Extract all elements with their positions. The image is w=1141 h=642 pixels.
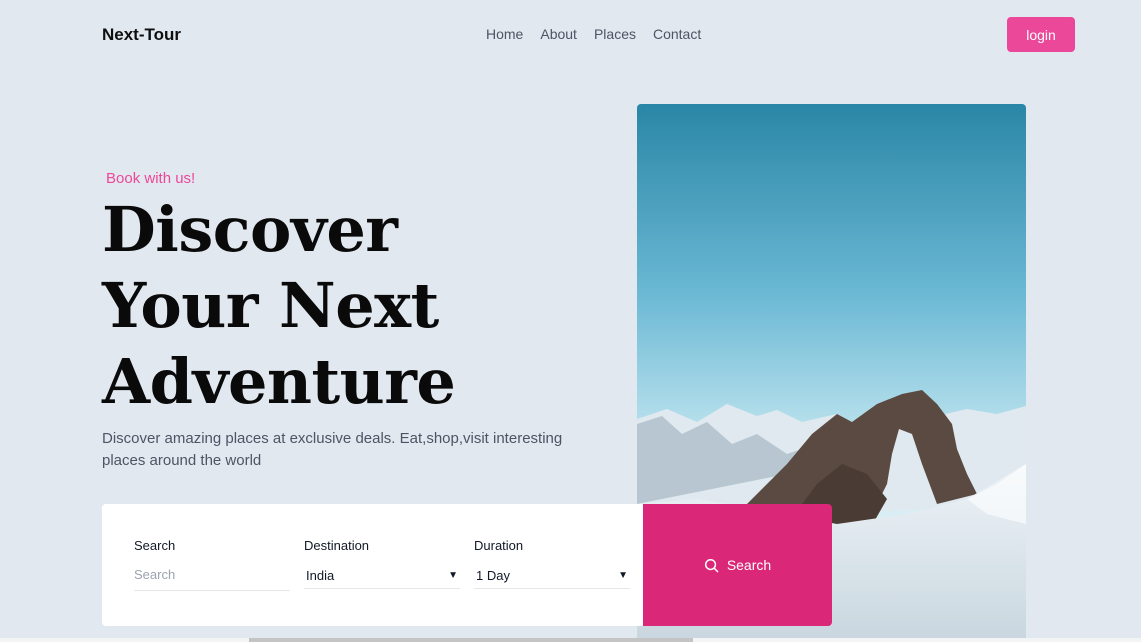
destination-field-group: Destination India ▼ <box>304 538 460 589</box>
nav-links: Home About Places Contact <box>486 26 701 42</box>
hero-description: Discover amazing places at exclusive dea… <box>102 430 563 469</box>
chevron-down-icon: ▼ <box>618 570 628 581</box>
headline-line: Discover <box>102 193 398 266</box>
hero-headline: Discover Your Next Adventure <box>102 192 456 420</box>
nav-link-home[interactable]: Home <box>486 26 523 42</box>
search-label: Search <box>134 538 176 553</box>
chevron-down-icon: ▼ <box>448 570 458 581</box>
hero-tagline: Book with us! <box>106 170 196 187</box>
nav-link-contact[interactable]: Contact <box>653 26 701 42</box>
navbar: Next-Tour Home About Places Contact logi… <box>0 0 1141 70</box>
login-button[interactable]: login <box>1007 17 1075 52</box>
destination-value: India <box>306 568 335 583</box>
search-button-label: Search <box>726 557 772 573</box>
search-field-group: Search <box>134 538 290 591</box>
search-panel: Search Destination India ▼ Duration 1 Da… <box>102 504 644 626</box>
destination-select[interactable]: India ▼ <box>304 563 460 589</box>
horizontal-scrollbar[interactable] <box>0 638 1141 642</box>
brand-logo[interactable]: Next-Tour <box>102 25 181 45</box>
search-input[interactable] <box>134 563 290 591</box>
duration-field-group: Duration 1 Day ▼ <box>474 538 630 589</box>
duration-label: Duration <box>474 538 524 553</box>
duration-select[interactable]: 1 Day ▼ <box>474 563 630 589</box>
search-button[interactable]: Search <box>643 504 832 626</box>
destination-label: Destination <box>304 538 370 553</box>
headline-line: Adventure <box>102 345 456 418</box>
duration-value: 1 Day <box>476 568 510 583</box>
search-icon <box>704 558 719 572</box>
nav-link-about[interactable]: About <box>540 26 577 42</box>
headline-line: Your Next <box>102 269 439 342</box>
nav-link-places[interactable]: Places <box>594 26 636 42</box>
scrollbar-thumb[interactable] <box>249 638 693 642</box>
